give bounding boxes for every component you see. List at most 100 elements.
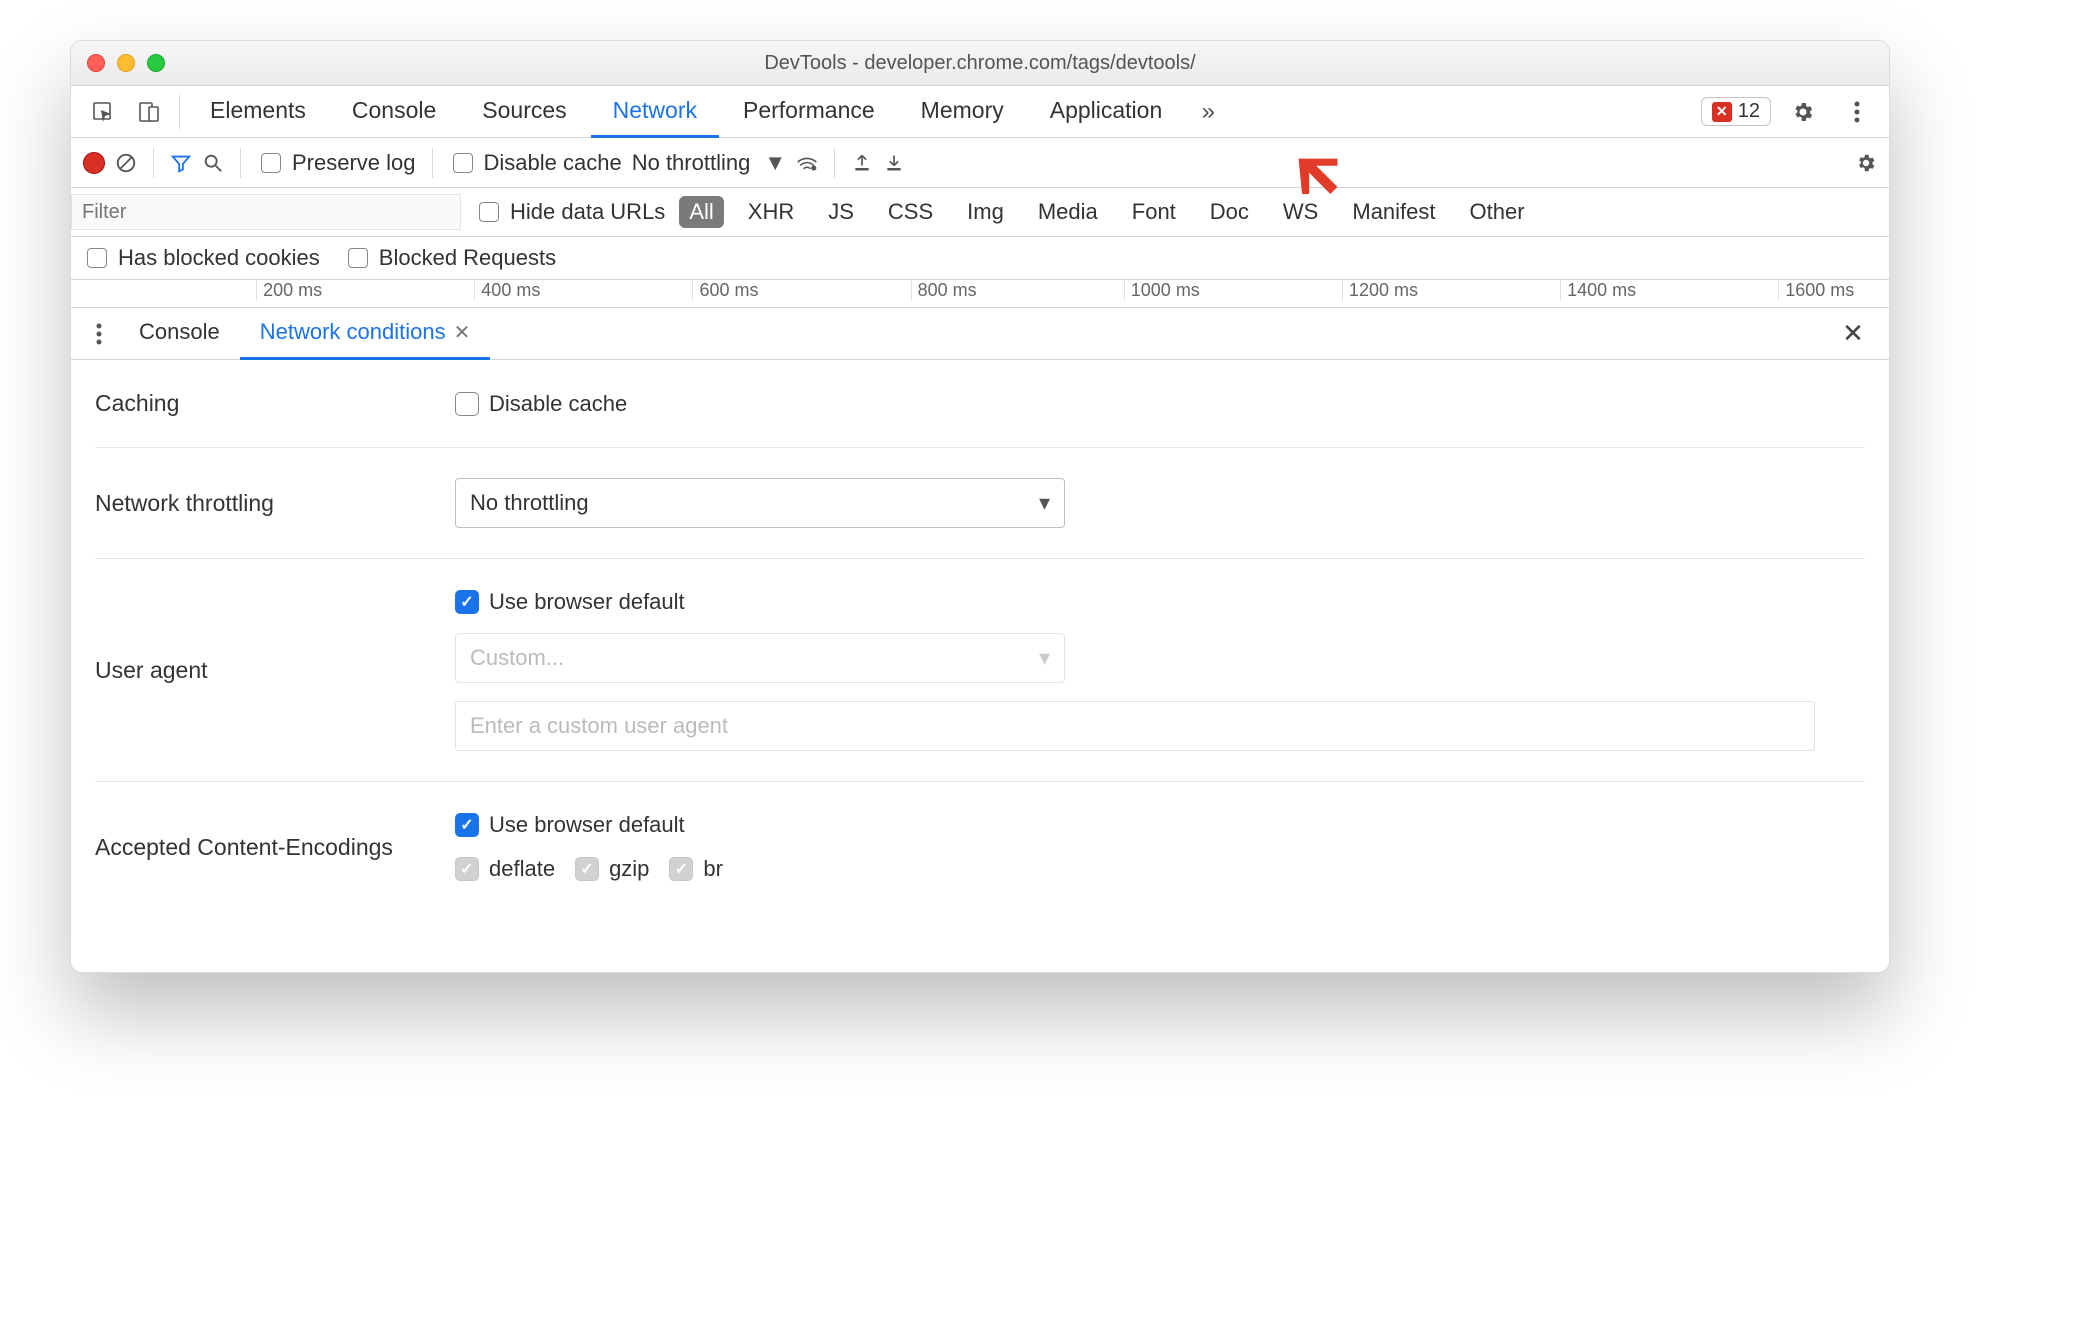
filter-type-media[interactable]: Media: [1028, 196, 1108, 228]
filter-type-xhr[interactable]: XHR: [738, 196, 804, 228]
network-overview-timeline[interactable]: 200 ms 400 ms 600 ms 800 ms 1000 ms 1200…: [71, 280, 1889, 308]
filter-type-img[interactable]: Img: [957, 196, 1014, 228]
blocked-requests-checkbox[interactable]: Blocked Requests: [344, 245, 556, 271]
select-element-icon[interactable]: [81, 92, 125, 132]
drawer-tab-strip: Console Network conditions ✕ ✕: [71, 308, 1889, 360]
nc-enc-br-label: br: [703, 856, 723, 882]
has-blocked-cookies-checkbox[interactable]: Has blocked cookies: [83, 245, 320, 271]
drawer-tab-label: Network conditions: [260, 319, 446, 345]
kebab-menu-icon[interactable]: [1835, 92, 1879, 132]
drawer-close-icon[interactable]: ✕: [1833, 314, 1873, 354]
disable-cache-label: Disable cache: [484, 150, 622, 176]
nc-disable-cache-checkbox[interactable]: Disable cache: [455, 391, 1865, 417]
tab-elements[interactable]: Elements: [188, 86, 328, 138]
timeline-tick: 600 ms: [692, 280, 758, 301]
main-tab-strip: Elements Console Sources Network Perform…: [71, 86, 1889, 138]
nc-throttling-label: Network throttling: [95, 490, 435, 517]
filter-type-css[interactable]: CSS: [878, 196, 943, 228]
throttling-select[interactable]: No throttling ▼: [632, 150, 786, 176]
network-filter-bar: Hide data URLs All XHR JS CSS Img Media …: [71, 188, 1889, 237]
nc-throttling-value: No throttling: [470, 490, 589, 516]
settings-icon[interactable]: [1781, 92, 1825, 132]
filter-type-js[interactable]: JS: [818, 196, 864, 228]
nc-ua-use-default-checkbox[interactable]: Use browser default: [455, 589, 1865, 615]
nc-enc-br: br: [669, 856, 723, 882]
more-tabs-icon[interactable]: »: [1186, 92, 1230, 132]
nc-enc-use-default-checkbox[interactable]: Use browser default: [455, 812, 1865, 838]
nc-ua-preset-placeholder: Custom...: [470, 645, 564, 671]
drawer-tab-network-conditions[interactable]: Network conditions ✕: [240, 308, 491, 360]
blocked-requests-label: Blocked Requests: [379, 245, 556, 271]
clear-icon[interactable]: [115, 152, 137, 174]
drawer-more-icon[interactable]: [79, 314, 119, 354]
timeline-tick: 1400 ms: [1560, 280, 1636, 301]
preserve-log-label: Preserve log: [292, 150, 416, 176]
import-har-icon[interactable]: [851, 152, 873, 174]
panel-settings-icon[interactable]: [1855, 152, 1877, 174]
error-icon: ✕: [1712, 102, 1732, 122]
chevron-down-icon: ▾: [1039, 490, 1050, 516]
filter-type-manifest[interactable]: Manifest: [1342, 196, 1445, 228]
nc-disable-cache-label: Disable cache: [489, 391, 627, 417]
tab-console[interactable]: Console: [330, 86, 458, 138]
nc-enc-gzip-label: gzip: [609, 856, 649, 882]
window-titlebar: DevTools - developer.chrome.com/tags/dev…: [71, 41, 1889, 86]
chevron-down-icon: ▾: [1039, 645, 1050, 671]
throttling-value: No throttling: [632, 150, 751, 176]
error-count-badge[interactable]: ✕ 12: [1701, 97, 1771, 126]
network-options-row: Has blocked cookies Blocked Requests: [71, 237, 1889, 280]
nc-caching-row: Caching Disable cache: [95, 360, 1865, 448]
filter-type-font[interactable]: Font: [1122, 196, 1186, 228]
nc-throttling-row: Network throttling No throttling ▾: [95, 448, 1865, 559]
nc-content-encodings-row: Accepted Content-Encodings Use browser d…: [95, 782, 1865, 912]
devtools-window: DevTools - developer.chrome.com/tags/dev…: [70, 40, 1890, 973]
chevron-down-icon: ▼: [764, 150, 786, 176]
nc-content-encodings-label: Accepted Content-Encodings: [95, 834, 435, 861]
tab-memory[interactable]: Memory: [899, 86, 1026, 138]
nc-throttling-select[interactable]: No throttling ▾: [455, 478, 1065, 528]
hide-data-urls-checkbox[interactable]: Hide data URLs: [475, 199, 665, 225]
nc-enc-deflate-label: deflate: [489, 856, 555, 882]
nc-ua-use-default-label: Use browser default: [489, 589, 685, 615]
record-button[interactable]: [83, 152, 105, 174]
tab-performance[interactable]: Performance: [721, 86, 897, 138]
filter-type-ws[interactable]: WS: [1273, 196, 1328, 228]
network-conditions-icon[interactable]: [796, 152, 818, 174]
disable-cache-checkbox[interactable]: Disable cache: [449, 150, 622, 176]
has-blocked-cookies-label: Has blocked cookies: [118, 245, 320, 271]
close-tab-icon[interactable]: ✕: [454, 320, 471, 345]
hide-data-urls-label: Hide data URLs: [510, 199, 665, 225]
filter-input[interactable]: [71, 194, 461, 230]
timeline-tick: 800 ms: [911, 280, 977, 301]
nc-user-agent-row: User agent Use browser default Custom...…: [95, 559, 1865, 782]
tab-application[interactable]: Application: [1028, 86, 1185, 138]
tab-sources[interactable]: Sources: [460, 86, 588, 138]
drawer-tab-console[interactable]: Console: [119, 308, 240, 360]
nc-enc-gzip: gzip: [575, 856, 649, 882]
device-toolbar-icon[interactable]: [127, 92, 171, 132]
search-icon[interactable]: [202, 152, 224, 174]
preserve-log-checkbox[interactable]: Preserve log: [257, 150, 416, 176]
timeline-tick: 400 ms: [474, 280, 540, 301]
error-count: 12: [1738, 100, 1760, 123]
window-title: DevTools - developer.chrome.com/tags/dev…: [71, 52, 1889, 75]
nc-ua-preset-select: Custom... ▾: [455, 633, 1065, 683]
timeline-tick: 200 ms: [256, 280, 322, 301]
tab-network[interactable]: Network: [591, 86, 719, 138]
nc-caching-label: Caching: [95, 390, 435, 417]
filter-type-doc[interactable]: Doc: [1200, 196, 1259, 228]
filter-type-all[interactable]: All: [679, 196, 723, 228]
timeline-tick: 1000 ms: [1124, 280, 1200, 301]
network-conditions-panel: Caching Disable cache Network throttling…: [71, 360, 1889, 972]
timeline-tick: 1200 ms: [1342, 280, 1418, 301]
nc-enc-use-default-label: Use browser default: [489, 812, 685, 838]
nc-enc-deflate: deflate: [455, 856, 555, 882]
divider: [179, 95, 180, 129]
nc-ua-custom-input: Enter a custom user agent: [455, 701, 1815, 751]
nc-ua-custom-placeholder: Enter a custom user agent: [470, 713, 728, 739]
filter-icon[interactable]: [170, 152, 192, 174]
network-toolbar: Preserve log Disable cache No throttling…: [71, 138, 1889, 188]
timeline-tick: 1600 ms: [1778, 280, 1854, 301]
filter-type-other[interactable]: Other: [1460, 196, 1535, 228]
export-har-icon[interactable]: [883, 152, 905, 174]
